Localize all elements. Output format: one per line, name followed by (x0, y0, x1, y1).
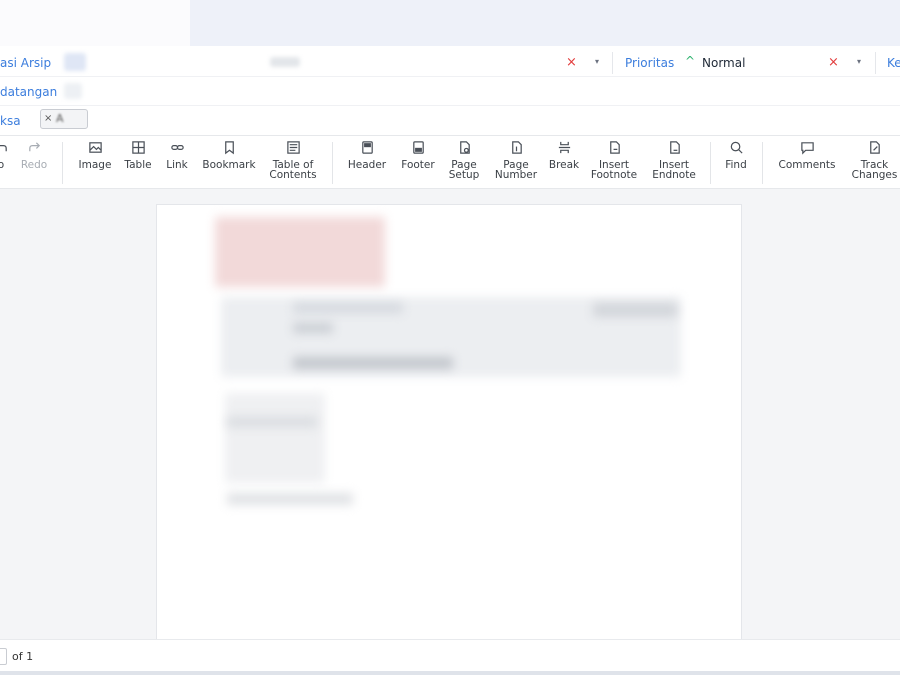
chevron-down-icon[interactable]: ▾ (595, 57, 599, 66)
break-button[interactable]: Break (546, 140, 582, 170)
chevron-up-icon: ^ (685, 54, 696, 68)
blurred-text-line (227, 417, 317, 427)
blurred-text-line (227, 493, 353, 505)
footer-icon (397, 140, 439, 158)
blurred-chip (64, 53, 86, 71)
insert-footnote-button[interactable]: Insert Footnote (588, 140, 640, 180)
endnote-icon (648, 140, 700, 158)
blurred-badge (593, 303, 677, 317)
field-divider (612, 52, 613, 74)
bookmark-icon (199, 140, 259, 158)
document-page[interactable] (156, 204, 742, 640)
search-icon (720, 140, 752, 158)
footnote-icon (588, 140, 640, 158)
undo-icon (0, 140, 8, 158)
tag-chip[interactable]: × A (40, 109, 88, 129)
image-icon (74, 140, 116, 158)
blurred-text-line (293, 357, 453, 369)
table-of-contents-button[interactable]: Table of Contents (265, 140, 321, 180)
table-button[interactable]: Table (120, 140, 156, 170)
toolbar-divider (332, 142, 333, 184)
field-label-datangan: datangan (0, 85, 58, 99)
toc-icon (265, 140, 321, 158)
tag-chip-label: A (56, 112, 64, 125)
table-icon (120, 140, 156, 158)
bookmark-button[interactable]: Bookmark (199, 140, 259, 170)
priority-select-value[interactable]: Normal (702, 56, 745, 70)
current-page-input[interactable] (0, 648, 7, 665)
break-icon (546, 140, 582, 158)
remove-tag-icon[interactable]: × (44, 113, 52, 124)
page-number-button[interactable]: Page Number (492, 140, 540, 180)
document-canvas[interactable] (0, 189, 900, 640)
comments-button[interactable]: Comments (774, 140, 840, 170)
image-button[interactable]: Image (74, 140, 116, 170)
top-header-left-block (0, 0, 190, 46)
editor-ribbon-toolbar: o Redo Image Table Link Bookmark Table o… (0, 135, 900, 189)
find-button[interactable]: Find (720, 140, 752, 170)
field-label-ksa: ksa (0, 114, 21, 128)
link-icon (162, 140, 192, 158)
toolbar-divider (710, 142, 711, 184)
header-button[interactable]: Header (344, 140, 390, 170)
undo-button[interactable]: o (0, 140, 8, 170)
header-icon (344, 140, 390, 158)
blurred-letterhead (215, 217, 385, 287)
page-count-label: of 1 (12, 650, 34, 663)
field-label-next: Ke (887, 56, 900, 70)
blurred-value (64, 83, 82, 99)
form-row-arsip: asi Arsip × ▾ Prioritas ^ Normal × ▾ Ke (0, 48, 900, 77)
page-setup-button[interactable]: Page Setup (444, 140, 484, 180)
form-row-ksa: ksa × A (0, 106, 900, 135)
toolbar-divider (762, 142, 763, 184)
blurred-text-line (293, 303, 403, 313)
clear-icon[interactable]: × (566, 55, 577, 70)
insert-endnote-button[interactable]: Insert Endnote (648, 140, 700, 180)
track-changes-icon (849, 140, 900, 158)
field-label-prioritas: Prioritas (625, 56, 675, 70)
redo-button[interactable]: Redo (16, 140, 52, 170)
link-button[interactable]: Link (162, 140, 192, 170)
blurred-value (270, 57, 300, 67)
field-divider (875, 52, 876, 74)
footer-button[interactable]: Footer (397, 140, 439, 170)
comment-icon (774, 140, 840, 158)
page-number-icon (492, 140, 540, 158)
clear-icon[interactable]: × (828, 55, 839, 70)
document-metadata-form: asi Arsip × ▾ Prioritas ^ Normal × ▾ Ke … (0, 46, 900, 135)
redo-icon (16, 140, 52, 158)
form-row-datangan: datangan (0, 77, 900, 106)
blurred-paragraph (225, 393, 325, 483)
top-header-bar (0, 0, 900, 46)
chevron-down-icon[interactable]: ▾ (857, 57, 861, 66)
blurred-text-line (293, 323, 333, 333)
document-statusbar: of 1 (0, 639, 900, 671)
bottom-strip (0, 671, 900, 675)
track-changes-button[interactable]: Track Changes (849, 140, 900, 180)
field-label-arsip: asi Arsip (0, 56, 52, 70)
page-setup-icon (444, 140, 484, 158)
toolbar-divider (62, 142, 63, 184)
